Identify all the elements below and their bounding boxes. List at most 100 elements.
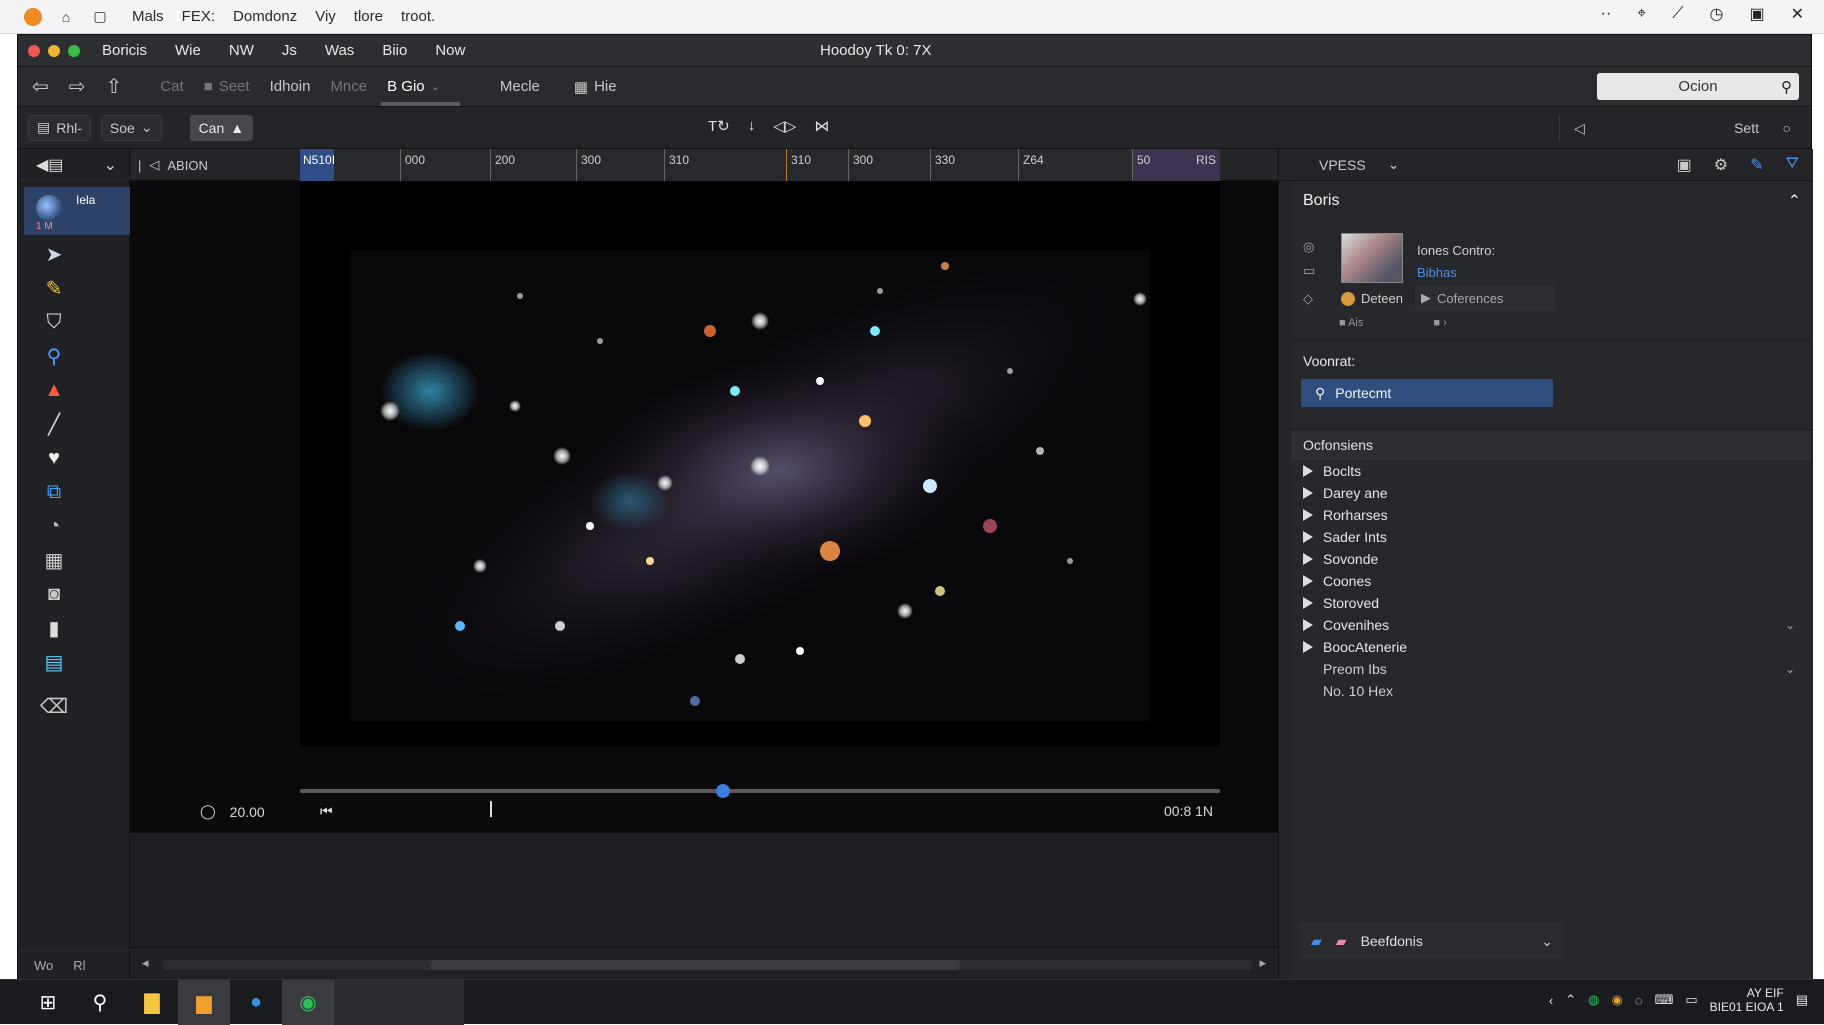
clipboard-icon[interactable]: ▣ bbox=[1677, 155, 1692, 175]
file-dropdown[interactable]: ▤ Rhl- bbox=[28, 114, 91, 141]
search-icon[interactable]: ⚲ bbox=[74, 980, 126, 1025]
sort-dropdown[interactable]: Soe ⌄ bbox=[100, 114, 162, 141]
search-input[interactable]: Ocion ⚲ bbox=[1597, 73, 1799, 100]
playback-scrubber[interactable] bbox=[300, 784, 1220, 798]
message-icon[interactable]: ◌ bbox=[1635, 993, 1643, 1008]
taskbar-blank-slot[interactable] bbox=[334, 979, 464, 1025]
document-thumbnail[interactable] bbox=[1341, 233, 1403, 283]
text-tool-icon[interactable]: T↻ bbox=[708, 117, 730, 135]
bottom-bar[interactable]: ▰ ▰ Beefdonis ⌄ bbox=[1301, 923, 1565, 959]
start-icon[interactable]: ⊞ bbox=[22, 980, 74, 1025]
more-icon[interactable]: ·· bbox=[1601, 5, 1612, 23]
category-item[interactable]: Sovonde bbox=[1291, 548, 1811, 570]
category-item[interactable]: Rorharses bbox=[1291, 504, 1811, 526]
page-icon[interactable]: ▮ bbox=[48, 611, 59, 645]
network-icon[interactable]: ◉ bbox=[1612, 992, 1623, 1008]
panel-dropdown[interactable]: VPESS ⌄ bbox=[1319, 156, 1399, 173]
taskbar-clock[interactable]: AY EIF BIE01 EIOA 1 bbox=[1710, 986, 1784, 1014]
scroll-left-icon[interactable]: ◂ bbox=[142, 955, 149, 971]
heart-icon[interactable]: ♥ bbox=[48, 441, 60, 475]
cap-icon[interactable]: ⌂ bbox=[56, 7, 76, 27]
back-icon[interactable]: ⇦ bbox=[32, 67, 49, 106]
notification-icon[interactable]: ▤ bbox=[1796, 992, 1808, 1008]
gear-icon[interactable]: ⚙ bbox=[1714, 155, 1728, 175]
detect-item[interactable]: Deteen bbox=[1341, 291, 1403, 306]
mountain-icon[interactable]: ▲ bbox=[44, 373, 64, 407]
rewind-icon[interactable]: ◁ bbox=[149, 157, 159, 173]
os-menu-item[interactable]: Mals bbox=[132, 8, 164, 25]
os-menu-item[interactable]: FEX: bbox=[182, 8, 215, 25]
menu-item[interactable]: Was bbox=[325, 42, 354, 59]
save-icon[interactable]: ▣ bbox=[1749, 4, 1764, 24]
code-icon[interactable]: ⧉ bbox=[47, 475, 61, 509]
voice-search-field[interactable]: ⚲ Portecmt bbox=[1301, 379, 1553, 407]
chat-tray-icon[interactable]: ◍ bbox=[1588, 992, 1599, 1008]
explorer-icon[interactable]: ▆ bbox=[178, 979, 230, 1025]
scroll-thumb[interactable] bbox=[430, 960, 960, 970]
toolbar-item[interactable]: ■ Seet bbox=[204, 67, 250, 106]
pencil-icon[interactable]: ✎ bbox=[46, 271, 63, 305]
edit-icon[interactable]: ⟋ bbox=[1672, 5, 1683, 23]
filter-icon[interactable]: ⛛ bbox=[1786, 155, 1799, 175]
brush-icon[interactable]: ⌫ bbox=[40, 689, 68, 723]
minimize-window-button[interactable] bbox=[48, 44, 60, 57]
line-icon[interactable]: ╱ bbox=[48, 407, 60, 441]
conferences-item[interactable]: ▶ Coferences bbox=[1415, 285, 1555, 311]
video-frame[interactable] bbox=[300, 181, 1220, 746]
menu-item[interactable]: Wie bbox=[175, 42, 201, 59]
effects-search[interactable]: ◁ Sett ○ bbox=[1559, 115, 1799, 141]
left-toolbar-header[interactable]: ◀▤ ⌄ bbox=[18, 149, 129, 181]
footer-chip[interactable]: ■ Ais bbox=[1339, 317, 1363, 329]
grid-icon[interactable]: ▦ bbox=[45, 543, 64, 577]
arrow-down-icon[interactable]: ↓ bbox=[748, 117, 756, 135]
window-icon[interactable]: ▢ bbox=[90, 7, 110, 27]
play-button[interactable]: ⏮ bbox=[320, 803, 333, 820]
toolbar-item[interactable]: ▦ Hie bbox=[574, 67, 617, 106]
category-subitem[interactable]: Preom Ibs ⌄ bbox=[1291, 658, 1811, 680]
menu-item[interactable]: NW bbox=[229, 42, 254, 59]
compass-icon[interactable]: ◔ bbox=[48, 509, 60, 543]
chat-icon[interactable]: ◉ bbox=[282, 979, 334, 1025]
bowtie-icon[interactable]: ⋈ bbox=[814, 117, 829, 135]
horizontal-scrollbar[interactable]: ◂ ▸ bbox=[130, 947, 1278, 980]
toolbar-item[interactable]: Mecle bbox=[500, 67, 540, 106]
pen-icon[interactable]: ✎ bbox=[1750, 155, 1763, 175]
os-menu-item[interactable]: troot. bbox=[401, 8, 435, 25]
calendar-icon[interactable]: ▭ bbox=[1303, 263, 1315, 279]
bucket-icon[interactable]: ⛉ bbox=[47, 305, 62, 339]
category-item[interactable]: BoocAtenerie bbox=[1291, 636, 1811, 658]
footer-item[interactable]: Rl bbox=[73, 958, 85, 973]
up-icon[interactable]: ⌃ bbox=[1565, 992, 1576, 1008]
category-item[interactable]: Boclts bbox=[1291, 460, 1811, 482]
transition-icon[interactable]: ◁▷ bbox=[773, 117, 796, 135]
monitor-icon[interactable]: ▭ bbox=[1685, 992, 1697, 1008]
menu-item[interactable]: Now bbox=[435, 42, 465, 59]
category-item[interactable]: Darey ane bbox=[1291, 482, 1811, 504]
can-button[interactable]: Can ▲ bbox=[189, 114, 254, 141]
folder-icon[interactable]: ▇ bbox=[126, 980, 178, 1025]
toolbar-item-active[interactable]: B Gio ⌄ bbox=[381, 67, 460, 106]
os-menu-item[interactable]: tlore bbox=[354, 8, 383, 25]
clock-icon[interactable]: ◷ bbox=[1710, 4, 1724, 24]
maximize-window-button[interactable] bbox=[68, 44, 80, 57]
document-link[interactable]: Bibhas bbox=[1417, 265, 1457, 280]
menu-item[interactable]: Boricis bbox=[102, 42, 147, 59]
playback-cursor[interactable] bbox=[490, 801, 492, 817]
menu-item[interactable]: Js bbox=[282, 42, 297, 59]
keyboard-icon[interactable]: ⌨ bbox=[1655, 992, 1674, 1008]
tag-icon[interactable]: ◇ bbox=[1303, 291, 1313, 307]
arrow-icon[interactable]: ‹ bbox=[1549, 993, 1553, 1008]
footer-chip[interactable]: ■ › bbox=[1433, 317, 1446, 329]
selected-tool[interactable]: Iela 1 M bbox=[24, 187, 130, 235]
category-item[interactable]: Sader Ints bbox=[1291, 526, 1811, 548]
forward-icon[interactable]: ⇨ bbox=[69, 67, 86, 106]
toolbar-item[interactable]: Mnce bbox=[330, 67, 367, 106]
toolbar-item[interactable]: Cat bbox=[160, 67, 183, 106]
up-icon[interactable]: ⇧ bbox=[106, 67, 123, 106]
eye-icon[interactable]: ◎ bbox=[1303, 239, 1314, 255]
category-item[interactable]: Storoved bbox=[1291, 592, 1811, 614]
app-orange-icon[interactable] bbox=[24, 7, 42, 26]
category-item[interactable]: Coones bbox=[1291, 570, 1811, 592]
tag-icon[interactable]: ➤ bbox=[46, 237, 63, 271]
section-header[interactable]: Boris ⌃ bbox=[1291, 181, 1811, 221]
